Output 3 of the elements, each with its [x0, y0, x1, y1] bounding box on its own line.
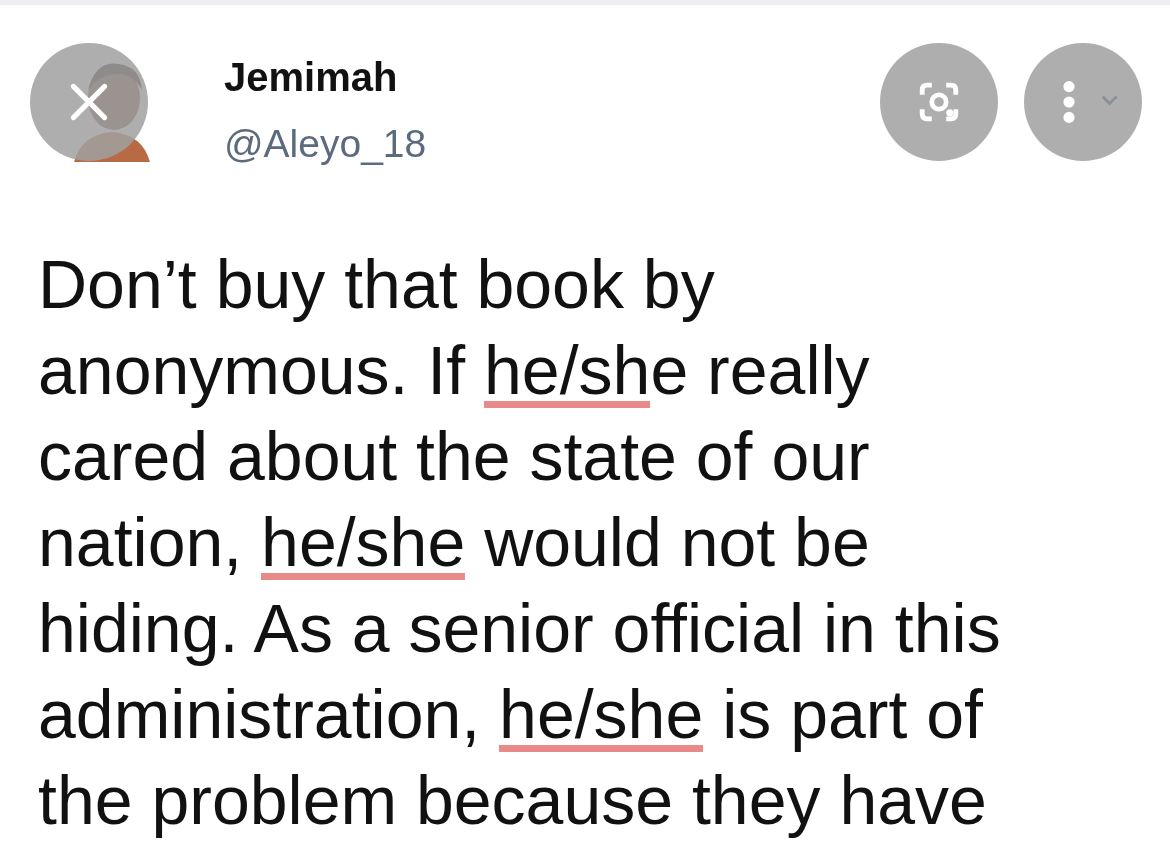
tweet-text: Don’t buy that book by anonymous. If he/she really cared about the state of our nation, he/she would not be hiding. As a senior official in this administration, he/she is part of the problem because they have [38, 245, 1002, 840]
user-handle: @Aleyo_18 [224, 121, 427, 166]
user-name: Jemimah [224, 54, 399, 100]
